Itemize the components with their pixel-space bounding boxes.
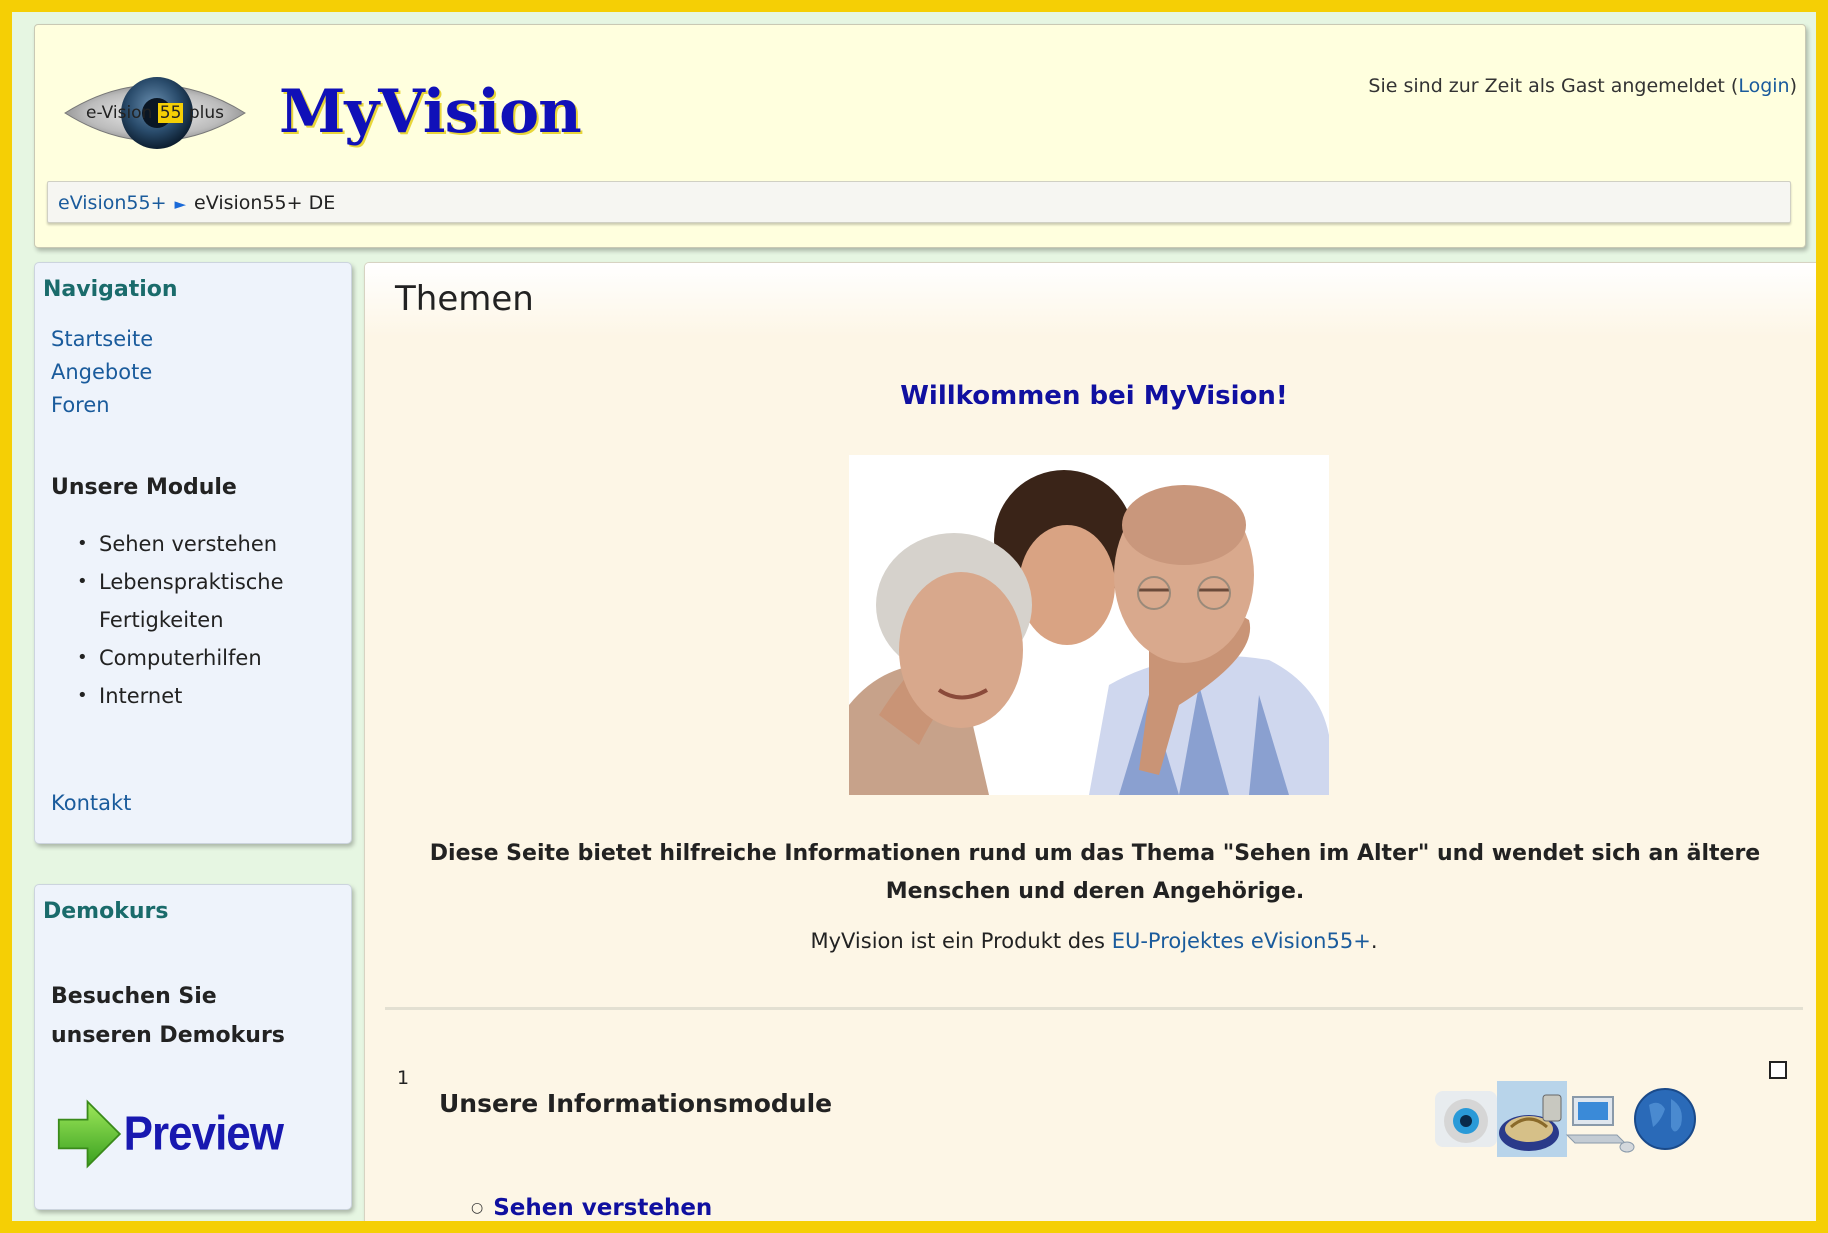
product-end: . <box>1370 929 1378 953</box>
main-header: Themen <box>365 263 1816 337</box>
page-title: Themen <box>395 279 534 319</box>
globe-icon[interactable] <box>1631 1081 1701 1157</box>
eu-project-link[interactable]: EU-Projektes eVision55+ <box>1112 929 1371 953</box>
green-arrow-icon <box>57 1099 122 1169</box>
product-info: MyVision ist ein Produkt des EU-Projekte… <box>365 929 1816 953</box>
breadcrumb: eVision55+ ► eVision55+ DE <box>47 181 1791 223</box>
header: e-Vision 55 plus MyVision Sie sind zur Z… <box>34 24 1806 248</box>
section-title: Unsere Informationsmodule <box>439 1089 833 1118</box>
demo-text: Besuchen Sie unseren Demokurs <box>51 984 285 1048</box>
logo-prefix: e-Vision <box>86 103 153 123</box>
computer-icon[interactable] <box>1565 1081 1635 1157</box>
evision-logo[interactable]: e-Vision 55 plus <box>61 65 249 161</box>
navigation-block: Navigation Startseite Angebote Foren Uns… <box>34 262 352 844</box>
section-number: 1 <box>397 1067 410 1089</box>
navigation-title: Navigation <box>43 277 178 302</box>
login-status-close: ) <box>1789 75 1797 97</box>
modules-list: Sehen verstehen Lebenspraktische Fertigk… <box>77 525 319 715</box>
module-item-sehen: Sehen verstehen <box>77 525 319 563</box>
module-item-computerhilfen: Computerhilfen <box>77 639 319 677</box>
preview-label: Preview <box>123 1106 284 1161</box>
section-divider <box>385 1007 1803 1010</box>
login-status: Sie sind zur Zeit als Gast angemeldet (L… <box>1368 75 1797 97</box>
family-photo-image <box>849 455 1329 795</box>
site-title[interactable]: MyVision <box>279 77 582 147</box>
nav-link-kontakt[interactable]: Kontakt <box>51 791 131 815</box>
page: e-Vision 55 plus MyVision Sie sind zur Z… <box>12 12 1816 1221</box>
module-item-lebenspraktisch: Lebenspraktische Fertigkeiten <box>77 563 319 639</box>
section-checkbox[interactable] <box>1769 1061 1787 1079</box>
main-content: Themen Willkommen bei MyVision! Diese Se… <box>364 262 1816 1221</box>
modules-heading: Unsere Module <box>51 475 237 500</box>
nav-link-startseite[interactable]: Startseite <box>51 327 153 351</box>
eye-icon[interactable] <box>1431 1081 1501 1157</box>
sehen-verstehen-link[interactable]: Sehen verstehen <box>493 1195 712 1221</box>
demo-title: Demokurs <box>43 899 169 924</box>
family-photo <box>849 455 1329 795</box>
login-status-text: Sie sind zur Zeit als Gast angemeldet ( <box>1368 75 1739 97</box>
hollow-bullet-icon: ○ <box>471 1200 484 1216</box>
logo-highlight: 55 <box>157 103 184 123</box>
module-label: Internet <box>99 684 183 708</box>
section-list-item: ○ Sehen verstehen <box>471 1195 712 1221</box>
intro-text: Diese Seite bietet hilfreiche Informatio… <box>429 841 1761 904</box>
demo-block: Demokurs Besuchen Sie unseren Demokurs P… <box>34 884 352 1210</box>
module-item-internet: Internet <box>77 677 319 715</box>
breadcrumb-root-link[interactable]: eVision55+ <box>58 192 167 214</box>
module-label: Lebenspraktische Fertigkeiten <box>99 570 284 632</box>
logo-suffix: plus <box>188 103 224 123</box>
product-text: MyVision ist ein Produkt des <box>810 929 1112 953</box>
nav-link-angebote[interactable]: Angebote <box>51 360 152 384</box>
module-icons <box>1431 1081 1696 1165</box>
nav-link-foren[interactable]: Foren <box>51 393 110 417</box>
food-icon[interactable] <box>1497 1081 1567 1157</box>
logo-text: e-Vision 55 plus <box>61 65 249 161</box>
breadcrumb-separator-icon: ► <box>174 195 187 213</box>
login-link[interactable]: Login <box>1738 75 1789 97</box>
module-label: Sehen verstehen <box>99 532 278 556</box>
breadcrumb-current: eVision55+ DE <box>194 192 336 214</box>
welcome-heading: Willkommen bei MyVision! <box>900 381 1288 411</box>
preview-button[interactable]: Preview <box>57 1091 284 1177</box>
module-label: Computerhilfen <box>99 646 262 670</box>
